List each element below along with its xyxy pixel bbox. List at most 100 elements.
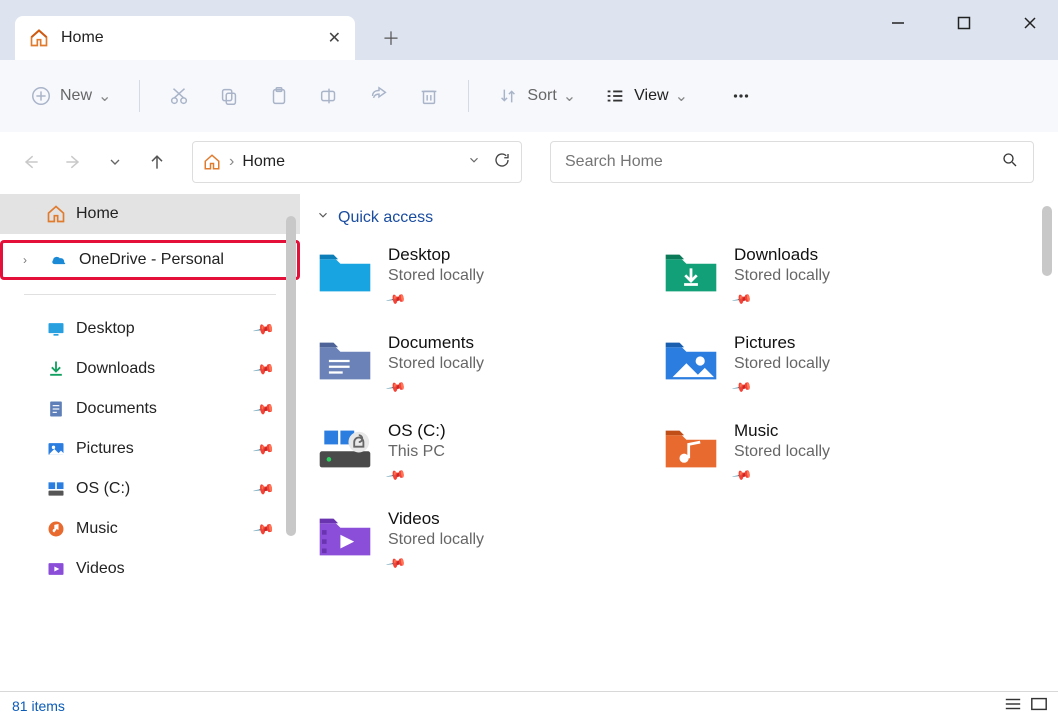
more-button[interactable] <box>720 76 762 116</box>
chevron-down-icon: ⌄ <box>563 86 576 106</box>
sort-label: Sort <box>527 87 556 105</box>
new-tab-button[interactable]: ＋ <box>373 20 409 56</box>
folder-music-icon <box>662 425 720 473</box>
sidebar-item-downloads[interactable]: Downloads 📌 <box>0 349 300 389</box>
sidebar-item-home[interactable]: Home <box>0 194 300 234</box>
status-view-icons <box>1004 696 1048 715</box>
sidebar-item-label: OneDrive - Personal <box>79 251 224 269</box>
tile-documents[interactable]: Documents Stored locally 📌 <box>316 333 656 395</box>
content: Quick access Desktop Stored locally 📌 Do… <box>300 192 1058 691</box>
tile-sub: Stored locally <box>734 355 830 373</box>
sidebar-item-desktop[interactable]: Desktop 📌 <box>0 309 300 349</box>
chevron-right-icon: › <box>229 153 234 171</box>
tile-osc[interactable]: OS (C:) This PC 📌 <box>316 421 656 483</box>
recent-button[interactable] <box>98 145 132 179</box>
tile-title: Desktop <box>388 245 484 265</box>
sidebar-item-label: OS (C:) <box>76 480 130 498</box>
tile-title: Downloads <box>734 245 830 265</box>
sidebar-separator <box>24 294 276 295</box>
tile-sub: Stored locally <box>388 267 484 285</box>
search-input[interactable] <box>565 153 1001 171</box>
cloud-icon <box>49 250 69 270</box>
search-icon <box>1001 151 1019 174</box>
tile-title: Pictures <box>734 333 830 353</box>
thumbnails-view-icon[interactable] <box>1030 696 1048 715</box>
music-icon <box>46 519 66 539</box>
content-scrollbar[interactable] <box>1042 206 1052 276</box>
tile-downloads[interactable]: Downloads Stored locally 📌 <box>662 245 1002 307</box>
quick-access-grid: Desktop Stored locally 📌 Downloads Store… <box>316 245 1058 571</box>
up-button[interactable] <box>140 145 174 179</box>
rename-button[interactable] <box>308 76 350 116</box>
tile-title: Music <box>734 421 830 441</box>
cut-button[interactable] <box>158 76 200 116</box>
tile-videos[interactable]: Videos Stored locally 📌 <box>316 509 656 571</box>
minimize-button[interactable] <box>878 8 918 38</box>
tile-pictures[interactable]: Pictures Stored locally 📌 <box>662 333 1002 395</box>
new-button[interactable]: New ⌄ <box>20 76 121 116</box>
pin-icon: 📌 <box>251 437 275 461</box>
tile-music[interactable]: Music Stored locally 📌 <box>662 421 1002 483</box>
sidebar-item-pictures[interactable]: Pictures 📌 <box>0 429 300 469</box>
home-icon <box>46 204 66 224</box>
pin-icon: 📌 <box>385 288 406 309</box>
address-bar[interactable]: › Home <box>192 141 522 183</box>
address-dropdown[interactable] <box>467 153 481 172</box>
maximize-button[interactable] <box>944 8 984 38</box>
back-button[interactable] <box>14 145 48 179</box>
tab-title: Home <box>61 29 104 47</box>
video-icon <box>46 559 66 579</box>
sidebar-item-label: Documents <box>76 400 157 418</box>
chevron-down-icon: ⌄ <box>98 86 111 106</box>
folder-downloads-icon <box>662 249 720 297</box>
section-title: Quick access <box>338 209 433 227</box>
titlebar: Home ✕ ＋ <box>0 0 1058 60</box>
pin-icon: 📌 <box>251 317 275 341</box>
tile-sub: This PC <box>388 443 446 461</box>
tile-title: Videos <box>388 509 484 529</box>
divider <box>468 80 469 112</box>
new-label: New <box>60 87 92 105</box>
tab-home[interactable]: Home ✕ <box>15 16 355 60</box>
drive-icon <box>316 425 374 473</box>
sidebar: Home › OneDrive - Personal Desktop 📌 Dow… <box>0 192 300 691</box>
forward-button[interactable] <box>56 145 90 179</box>
tile-sub: Stored locally <box>388 355 484 373</box>
download-icon <box>46 359 66 379</box>
home-icon <box>203 153 221 171</box>
sidebar-item-videos[interactable]: Videos <box>0 549 300 589</box>
chevron-down-icon <box>316 208 330 227</box>
chevron-down-icon: ⌄ <box>675 86 688 106</box>
body: Home › OneDrive - Personal Desktop 📌 Dow… <box>0 192 1058 691</box>
sidebar-scrollbar[interactable] <box>286 216 296 536</box>
folder-documents-icon <box>316 337 374 385</box>
copy-button[interactable] <box>208 76 250 116</box>
view-button[interactable]: View ⌄ <box>594 76 698 116</box>
sidebar-item-onedrive[interactable]: › OneDrive - Personal <box>0 240 300 280</box>
pin-icon: 📌 <box>251 477 275 501</box>
sidebar-item-documents[interactable]: Documents 📌 <box>0 389 300 429</box>
refresh-button[interactable] <box>493 151 511 174</box>
folder-desktop-icon <box>316 249 374 297</box>
pin-icon: 📌 <box>251 357 275 381</box>
sidebar-item-label: Music <box>76 520 118 538</box>
status-items: 81 items <box>12 698 65 714</box>
sort-button[interactable]: Sort ⌄ <box>487 76 586 116</box>
search-bar[interactable] <box>550 141 1034 183</box>
close-button[interactable] <box>1010 8 1050 38</box>
paste-button[interactable] <box>258 76 300 116</box>
address-location: Home <box>242 153 285 171</box>
delete-button[interactable] <box>408 76 450 116</box>
pin-icon: 📌 <box>385 464 406 485</box>
section-header[interactable]: Quick access <box>316 208 1058 227</box>
tile-desktop[interactable]: Desktop Stored locally 📌 <box>316 245 656 307</box>
status-bar: 81 items <box>0 691 1058 719</box>
sidebar-item-music[interactable]: Music 📌 <box>0 509 300 549</box>
sidebar-item-osc[interactable]: OS (C:) 📌 <box>0 469 300 509</box>
window-controls <box>878 8 1050 38</box>
pin-icon: 📌 <box>385 552 406 573</box>
tab-close-button[interactable]: ✕ <box>328 28 341 48</box>
share-button[interactable] <box>358 76 400 116</box>
view-label: View <box>634 87 668 105</box>
details-view-icon[interactable] <box>1004 696 1022 715</box>
